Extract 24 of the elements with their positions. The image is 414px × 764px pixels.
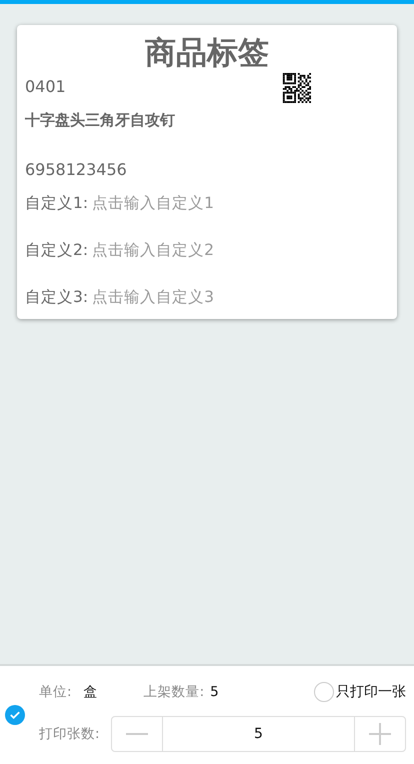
select-check-icon[interactable] — [5, 705, 25, 725]
qr-code-icon — [281, 73, 311, 103]
field-label: 自定义3: — [25, 287, 88, 308]
custom-field-input[interactable]: 点击输入自定义2 — [92, 238, 389, 262]
copies-label: 打印张数: — [39, 724, 101, 744]
print-once-label: 只打印一张 — [336, 682, 406, 702]
field-label: 自定义2: — [25, 240, 88, 261]
barcode-number: 6958123456 — [25, 158, 128, 180]
shelf-qty-value: 5 — [210, 682, 219, 702]
copies-input[interactable]: 5 — [163, 716, 354, 752]
label-title: 商品标签 — [144, 34, 270, 73]
increase-button[interactable] — [354, 716, 406, 752]
print-once-radio[interactable] — [314, 682, 334, 702]
unit-label: 单位: — [39, 682, 72, 702]
decrease-button[interactable] — [111, 716, 163, 752]
product-name: 十字盘头三角牙自攻钉 — [25, 110, 176, 131]
field-label: 自定义1: — [25, 192, 88, 214]
unit-value: 盒 — [84, 682, 99, 702]
plus-icon — [369, 723, 391, 745]
minus-icon — [126, 733, 148, 735]
shelf-qty-label: 上架数量: — [144, 682, 204, 702]
product-code: 0401 — [25, 76, 66, 98]
custom-field-input[interactable]: 点击输入自定义3 — [92, 286, 389, 310]
custom-field-input[interactable]: 点击输入自定义1 — [92, 192, 389, 215]
